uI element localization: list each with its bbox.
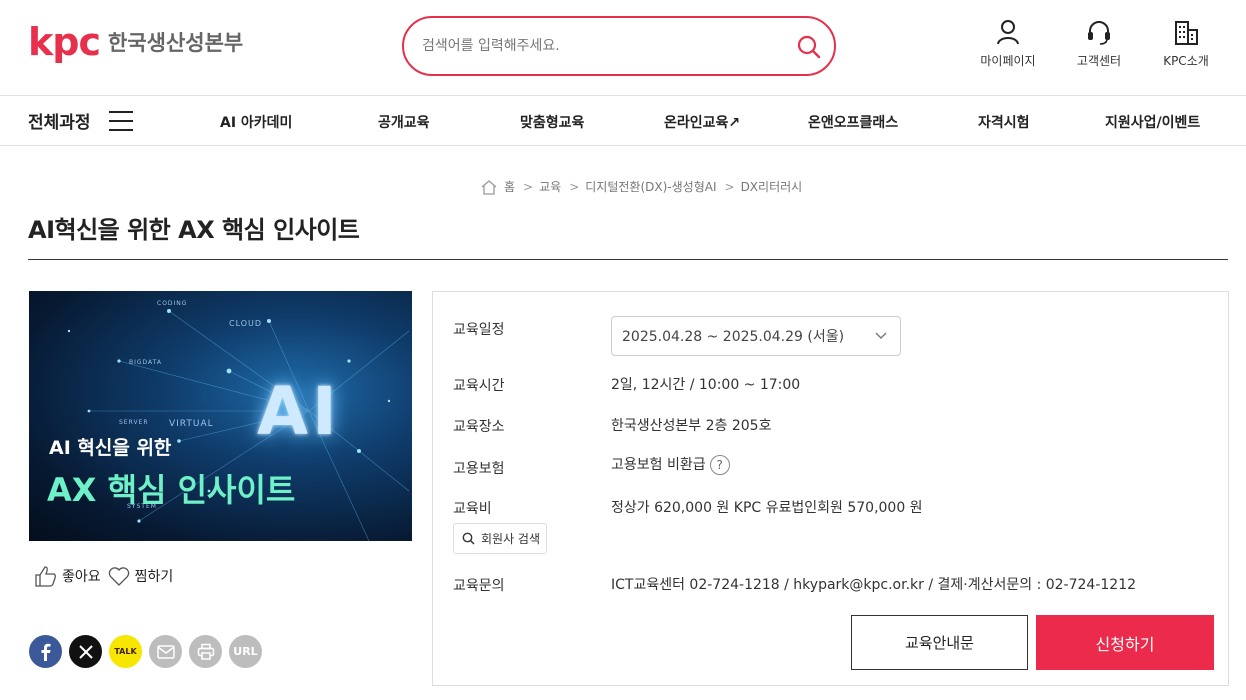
place-label: 교육장소 bbox=[453, 419, 505, 435]
nav-item-custom-edu[interactable]: 맞춤형교육 bbox=[520, 112, 584, 132]
nav-item-on-off-class[interactable]: 온앤오프클래스 bbox=[808, 112, 898, 132]
breadcrumb-separator-icon: > bbox=[523, 179, 534, 194]
banner-word: CLOUD bbox=[229, 319, 263, 328]
contact-label: 교육문의 bbox=[453, 578, 505, 594]
banner-word: CODING bbox=[157, 300, 188, 307]
customer-center-label: 고객센터 bbox=[1076, 54, 1122, 68]
chevron-down-icon bbox=[875, 332, 887, 339]
kpc-intro-label: KPC소개 bbox=[1163, 54, 1209, 68]
banner-word: SERVER bbox=[119, 419, 149, 426]
home-icon bbox=[481, 179, 497, 195]
insurance-label: 고용보험 bbox=[453, 461, 505, 477]
fee-value: 정상가 620,000 원 KPC 유료법인회원 570,000 원 bbox=[611, 500, 923, 516]
wish-button[interactable]: 찜하기 bbox=[107, 564, 180, 588]
search-input[interactable] bbox=[422, 32, 792, 60]
breadcrumb-separator-icon: > bbox=[569, 179, 580, 194]
breadcrumb-separator-icon: > bbox=[724, 179, 735, 194]
nav-item-support-events[interactable]: 지원사업/이벤트 bbox=[1105, 112, 1200, 132]
breadcrumb: 홈 > 교육 > 디지털전환(DX)-생성형AI > DX리터러시 bbox=[480, 178, 802, 195]
search-icon bbox=[462, 532, 475, 545]
x-icon[interactable] bbox=[69, 635, 102, 668]
site-header: kpc 한국생산성본부 마이페이지 고객센터 KPC소개 bbox=[0, 0, 1246, 96]
mypage-link[interactable]: 마이페이지 bbox=[968, 18, 1048, 69]
main-nav: 전체과정 AI 아카데미 공개교육 맞춤형교육 온라인교육↗ 온앤오프클래스 자… bbox=[0, 96, 1246, 146]
course-banner-image: CODING CLOUD BIGDATA SERVER VIRTUAL SYST… bbox=[29, 291, 412, 541]
logo-mark: kpc bbox=[28, 20, 101, 64]
nav-item-public-edu[interactable]: 공개교육 bbox=[378, 112, 430, 132]
breadcrumb-home[interactable]: 홈 bbox=[504, 178, 515, 195]
schedule-value: 2025.04.28 ~ 2025.04.29 (서울) bbox=[622, 329, 845, 345]
facebook-icon[interactable] bbox=[29, 635, 62, 668]
share-bar: TALK URL bbox=[29, 635, 269, 668]
user-icon bbox=[997, 20, 1019, 45]
like-label: 좋아요 bbox=[62, 569, 101, 585]
member-search-label: 회원사 검색 bbox=[481, 532, 541, 546]
banner-ai-text: AI bbox=[257, 373, 341, 450]
course-info-panel: 교육일정 2025.04.28 ~ 2025.04.29 (서울) 교육시간 2… bbox=[432, 291, 1229, 686]
breadcrumb-dx[interactable]: 디지털전환(DX)-생성형AI bbox=[585, 178, 716, 195]
logo[interactable]: kpc 한국생산성본부 bbox=[28, 22, 243, 62]
nav-item-certification[interactable]: 자격시험 bbox=[978, 112, 1030, 132]
like-wish-bar: 좋아요 찜하기 bbox=[34, 564, 179, 588]
all-courses-label: 전체과정 bbox=[28, 113, 91, 133]
schedule-select[interactable]: 2025.04.28 ~ 2025.04.29 (서울) bbox=[611, 316, 901, 356]
apply-button[interactable]: 신청하기 bbox=[1036, 615, 1214, 670]
banner-main-title: AX 핵심 인사이트 bbox=[47, 471, 296, 509]
mypage-label: 마이페이지 bbox=[980, 54, 1036, 68]
kpc-intro-link[interactable]: KPC소개 bbox=[1146, 18, 1226, 69]
customer-center-link[interactable]: 고객센터 bbox=[1059, 18, 1139, 69]
help-icon[interactable]: ? bbox=[709, 455, 730, 475]
fee-label: 교육비 bbox=[453, 501, 492, 517]
wish-label: 찜하기 bbox=[134, 569, 174, 585]
member-search-button[interactable]: 회원사 검색 bbox=[453, 523, 547, 554]
mail-icon[interactable] bbox=[149, 635, 182, 668]
insurance-value-wrap: 고용보험 비환급? bbox=[611, 454, 730, 475]
building-icon bbox=[1175, 21, 1198, 45]
nav-item-ai-academy[interactable]: AI 아카데미 bbox=[220, 112, 292, 132]
title-divider bbox=[28, 259, 1228, 260]
breadcrumb-dx-literacy[interactable]: DX리터러시 bbox=[741, 178, 803, 195]
search-box bbox=[402, 16, 836, 76]
page-title: AI혁신을 위한 AX 핵심 인사이트 bbox=[28, 216, 360, 244]
logo-text: 한국생산성본부 bbox=[108, 31, 244, 55]
thumbs-up-icon bbox=[35, 566, 56, 587]
all-courses-menu[interactable]: 전체과정 bbox=[28, 108, 133, 133]
contact-value: ICT교육센터 02-724-1218 / hkypark@kpc.or.kr … bbox=[611, 577, 1137, 593]
print-icon[interactable] bbox=[189, 635, 222, 668]
heart-icon bbox=[108, 567, 129, 586]
like-button[interactable]: 좋아요 bbox=[34, 564, 107, 588]
hamburger-icon bbox=[108, 110, 133, 131]
time-label: 교육시간 bbox=[453, 378, 505, 394]
banner-word: BIGDATA bbox=[129, 359, 162, 366]
nav-item-online-edu[interactable]: 온라인교육↗ bbox=[664, 112, 740, 132]
time-value: 2일, 12시간 / 10:00 ~ 17:00 bbox=[611, 377, 801, 393]
search-icon[interactable] bbox=[796, 34, 822, 60]
banner-subtitle: AI 혁신을 위한 bbox=[49, 437, 172, 459]
url-icon[interactable]: URL bbox=[229, 635, 262, 668]
kakaotalk-icon[interactable]: TALK bbox=[109, 635, 142, 668]
headset-icon bbox=[1088, 21, 1110, 45]
banner-word: VIRTUAL bbox=[169, 419, 214, 429]
place-value: 한국생산성본부 2층 205호 bbox=[611, 418, 772, 434]
course-guide-button[interactable]: 교육안내문 bbox=[851, 615, 1028, 670]
schedule-label: 교육일정 bbox=[453, 322, 505, 338]
breadcrumb-edu[interactable]: 교육 bbox=[539, 178, 561, 195]
insurance-value: 고용보험 비환급 bbox=[611, 457, 706, 473]
